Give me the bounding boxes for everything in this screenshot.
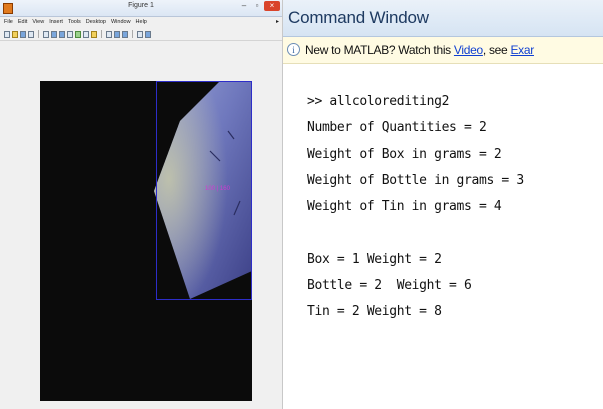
command-prompt-line: >> allcolorediting2 [307, 94, 450, 109]
info-icon: i [287, 43, 300, 56]
edit-plot-icon[interactable] [43, 30, 49, 38]
menu-desktop[interactable]: Desktop [86, 17, 106, 28]
output-line: Weight of Tin in grams = 4 [307, 199, 502, 215]
info-prefix: New to MATLAB? Watch this [305, 43, 454, 57]
menu-view[interactable]: View [32, 17, 44, 28]
output-line: Number of Quantities = 2 [307, 120, 487, 136]
info-middle: , see [482, 43, 511, 57]
new-figure-icon[interactable] [4, 30, 10, 38]
video-link[interactable]: Video [454, 43, 483, 57]
link-plot-icon[interactable] [106, 30, 112, 38]
output-line: Box = 1 Weight = 2 [307, 251, 442, 267]
info-text: New to MATLAB? Watch this Video, see Exa… [305, 43, 534, 57]
output-line: Weight of Box in grams = 2 [307, 146, 502, 162]
detection-label: 100 | 160 [205, 186, 230, 192]
pan-icon[interactable] [67, 30, 73, 38]
toolbar-separator [132, 30, 133, 38]
save-icon[interactable] [20, 30, 26, 38]
info-bar: i New to MATLAB? Watch this Video, see E… [283, 37, 603, 64]
colorbar-icon[interactable] [114, 30, 120, 38]
figure-window: Figure 1 – ▫ × File Edit View Insert Too… [0, 0, 283, 409]
menu-window[interactable]: Window [111, 17, 131, 28]
show-plot-tools-icon[interactable] [145, 30, 151, 38]
menu-overflow-arrow-icon[interactable]: ▸ [276, 17, 279, 28]
command-window-title: Command Window [288, 8, 429, 27]
toolbar-separator [38, 30, 39, 38]
menu-help[interactable]: Help [136, 17, 147, 28]
menu-insert[interactable]: Insert [49, 17, 63, 28]
zoom-out-icon[interactable] [59, 30, 65, 38]
figure-toolbar [0, 28, 282, 41]
figure-menubar: File Edit View Insert Tools Desktop Wind… [0, 17, 282, 28]
print-icon[interactable] [28, 30, 34, 38]
command-output[interactable]: >> allcolorediting2 Number of Quantities… [307, 89, 524, 326]
maximize-button[interactable]: ▫ [251, 1, 263, 11]
legend-icon[interactable] [122, 30, 128, 38]
command-window-header: Command Window [283, 0, 603, 37]
menu-edit[interactable]: Edit [18, 17, 27, 28]
output-line: Tin = 2 Weight = 8 [307, 304, 442, 320]
brush-icon[interactable] [91, 30, 97, 38]
output-line: Bottle = 2 Weight = 6 [307, 278, 472, 294]
toolbar-separator [101, 30, 102, 38]
figure-titlebar: Figure 1 – ▫ × [0, 0, 282, 17]
minimize-button[interactable]: – [238, 1, 250, 11]
menu-tools[interactable]: Tools [68, 17, 81, 28]
image-axes[interactable]: 100 | 160 [40, 81, 252, 401]
examples-link[interactable]: Exar [510, 43, 534, 57]
open-file-icon[interactable] [12, 30, 18, 38]
data-cursor-icon[interactable] [83, 30, 89, 38]
zoom-in-icon[interactable] [51, 30, 57, 38]
close-button[interactable]: × [264, 1, 280, 11]
output-line: Weight of Bottle in grams = 3 [307, 172, 524, 188]
window-controls: – ▫ × [238, 1, 280, 11]
rotate-icon[interactable] [75, 30, 81, 38]
menu-file[interactable]: File [4, 17, 13, 28]
detection-bounding-box [156, 81, 252, 300]
command-window: Command Window i New to MATLAB? Watch th… [283, 0, 603, 409]
hide-plot-tools-icon[interactable] [137, 30, 143, 38]
